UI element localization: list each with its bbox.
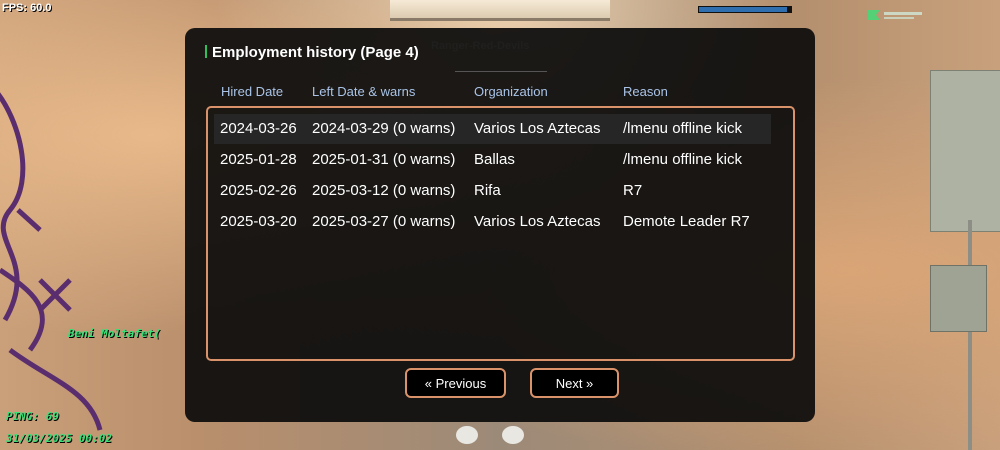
column-header-hired-date: Hired Date <box>221 84 284 99</box>
fps-counter: FPS: 60.0 <box>2 2 52 14</box>
column-header-reason: Reason <box>623 84 668 99</box>
wall-graffiti <box>0 92 103 431</box>
wall-junction-box <box>930 265 987 332</box>
column-header-left-date: Left Date & warns <box>312 84 416 99</box>
cell-hired-date: 2025-01-28 <box>220 151 297 168</box>
ceiling-light <box>390 0 610 21</box>
cell-hired-date: 2024-03-26 <box>220 120 297 137</box>
wall-electrical-box <box>930 70 1000 232</box>
history-list[interactable]: 2024-03-26 2024-03-29 (0 warns) Varios L… <box>206 106 795 361</box>
dialog-title: Employment history (Page 4) <box>205 44 419 61</box>
background-tag-line <box>455 71 547 72</box>
cell-reason: /lmenu offline kick <box>623 151 742 168</box>
cell-left-date: 2025-03-27 (0 warns) <box>312 213 456 230</box>
employment-history-dialog: Ranger-Red-Devils (Activity) Employment … <box>185 28 815 422</box>
player-feet <box>456 426 524 444</box>
previous-page-button[interactable]: « Previous <box>405 368 506 398</box>
background-tag-extra: (Activity) <box>532 40 575 52</box>
cell-left-date: 2025-03-12 (0 warns) <box>312 182 456 199</box>
cell-organization: Varios Los Aztecas <box>474 213 601 230</box>
health-bar <box>698 6 792 13</box>
health-bar-fill <box>699 7 788 12</box>
wall-pipe <box>968 220 972 450</box>
background-player-tag: Ranger-Red-Devils (Activity) <box>431 40 575 52</box>
next-page-button[interactable]: Next » <box>530 368 619 398</box>
cell-reason: /lmenu offline kick <box>623 120 742 137</box>
list-row[interactable]: 2025-02-26 2025-03-12 (0 warns) Rifa R7 <box>214 176 771 206</box>
list-row[interactable]: 2024-03-26 2024-03-29 (0 warns) Varios L… <box>214 114 771 144</box>
datetime-display: 31/03/2025 00:02 <box>6 432 112 445</box>
column-header-organization: Organization <box>474 84 548 99</box>
cell-hired-date: 2025-03-20 <box>220 213 297 230</box>
list-row[interactable]: 2025-01-28 2025-01-31 (0 warns) Ballas /… <box>214 145 771 175</box>
dialog-title-text: Employment history (Page 4) <box>212 44 419 61</box>
ping-display: PING: 69 <box>6 410 59 423</box>
server-logo-icon <box>868 10 922 20</box>
player-name-tag: Beni Moltafet( <box>68 327 161 340</box>
cell-hired-date: 2025-02-26 <box>220 182 297 199</box>
cell-organization: Varios Los Aztecas <box>474 120 601 137</box>
cell-left-date: 2025-01-31 (0 warns) <box>312 151 456 168</box>
cell-organization: Rifa <box>474 182 501 199</box>
cell-reason: Demote Leader R7 <box>623 213 750 230</box>
cell-organization: Ballas <box>474 151 515 168</box>
list-row[interactable]: 2025-03-20 2025-03-27 (0 warns) Varios L… <box>214 207 771 237</box>
background-tag-name: Ranger-Red-Devils <box>431 40 530 52</box>
cell-reason: R7 <box>623 182 643 199</box>
column-headers: Hired Date Left Date & warns Organizatio… <box>185 84 815 102</box>
title-accent-bar <box>205 45 207 58</box>
cell-left-date: 2024-03-29 (0 warns) <box>312 120 456 137</box>
